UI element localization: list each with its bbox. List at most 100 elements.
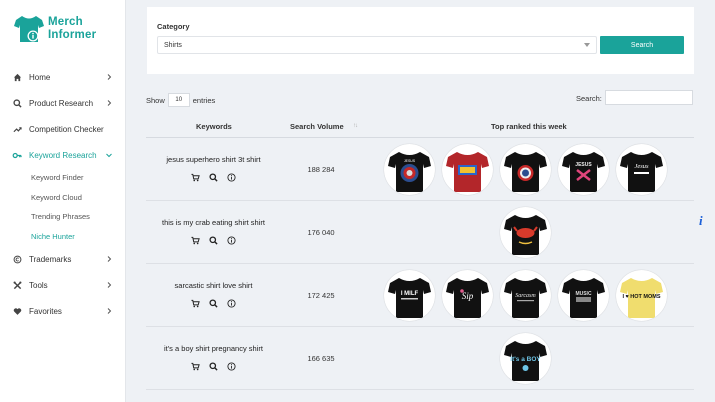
- product-thumb[interactable]: MUSIC: [557, 270, 609, 321]
- table-search-label: Search:: [576, 94, 602, 103]
- product-thumb[interactable]: Sarcasm: [499, 270, 551, 321]
- info-icon[interactable]: [226, 235, 236, 245]
- thumb-text: Sip: [461, 291, 473, 301]
- sidebar-item-favorites[interactable]: Favorites: [0, 298, 126, 324]
- top-ranked-thumbs: It's a BOY: [356, 333, 694, 385]
- chevron-right-icon: [105, 255, 113, 263]
- sidebar-item-label: Keyword Research: [29, 150, 97, 160]
- keyword-text: it's a boy shirt pregnancy shirt: [164, 344, 263, 353]
- subnav-trending-phrases[interactable]: Trending Phrases: [0, 207, 126, 227]
- top-ranked-thumbs: [356, 207, 694, 259]
- product-thumb[interactable]: Jesus: [615, 144, 667, 195]
- sidebar: Merch Informer Home Product Research Com…: [0, 0, 126, 402]
- search-volume: 166 635: [307, 354, 335, 363]
- subnav-niche-hunter[interactable]: Niche Hunter: [0, 227, 126, 247]
- sidebar-item-competition-checker[interactable]: Competition Checker: [0, 116, 126, 142]
- cart-icon[interactable]: [190, 361, 200, 371]
- product-thumb[interactable]: I MILF: [383, 270, 435, 321]
- thumb-text: JESUS: [575, 162, 592, 168]
- sidebar-item-product-research[interactable]: Product Research: [0, 90, 126, 116]
- search-volume: 188 284: [307, 165, 335, 174]
- product-thumb[interactable]: Sip: [441, 270, 493, 321]
- sidebar-item-trademarks[interactable]: Trademarks: [0, 246, 126, 272]
- search-volume: 176 040: [307, 228, 335, 237]
- keyword-text: sarcastic shirt love shirt: [174, 281, 253, 290]
- category-label: Category: [157, 22, 190, 31]
- chevron-right-icon: [105, 307, 113, 315]
- header-top-ranked: Top ranked this week: [491, 122, 567, 131]
- tshirt-logo-icon: [13, 14, 45, 44]
- info-icon[interactable]: [226, 298, 236, 308]
- search-volume: 172 425: [307, 291, 335, 300]
- search-icon[interactable]: [208, 172, 218, 182]
- search-icon[interactable]: [208, 361, 218, 371]
- header-keywords[interactable]: Keywords: [196, 122, 232, 131]
- keyword-text: jesus superhero shirt 3t shirt: [166, 155, 261, 164]
- thumb-text: JESUS: [403, 159, 415, 163]
- keyword-text: this is my crab eating shirt shirt: [162, 218, 265, 227]
- trend-icon: [12, 124, 22, 134]
- sidebar-item-label: Product Research: [29, 98, 94, 108]
- sidebar-item-label: Trademarks: [29, 254, 72, 264]
- brand-line2: Informer: [48, 29, 97, 41]
- brand-logo[interactable]: Merch Informer: [13, 14, 96, 44]
- heart-icon: [12, 306, 22, 316]
- filter-card: Category Shirts Search: [147, 7, 694, 74]
- search-icon: [12, 98, 22, 108]
- product-thumb[interactable]: JESUS: [557, 144, 609, 195]
- product-thumb[interactable]: I ♥ HOT MOMS: [615, 270, 667, 321]
- key-icon: [12, 150, 22, 160]
- sidebar-item-home[interactable]: Home: [0, 64, 126, 90]
- entries-label: entries: [192, 95, 216, 105]
- caret-down-icon: [584, 43, 590, 47]
- category-select-value: Shirts: [164, 42, 182, 49]
- search-icon[interactable]: [208, 235, 218, 245]
- header-search-volume[interactable]: Search Volume: [290, 122, 344, 131]
- cart-icon[interactable]: [190, 172, 200, 182]
- chevron-right-icon: [105, 73, 113, 81]
- entries-select[interactable]: 10: [167, 93, 190, 107]
- table-row: jesus superhero shirt 3t shirt 188 284 J…: [146, 138, 694, 201]
- thumb-text: Sarcasm: [515, 293, 536, 299]
- table-row: it's a boy shirt pregnancy shirt 166 635…: [146, 327, 694, 390]
- chevron-down-icon: [105, 151, 113, 159]
- info-icon[interactable]: i: [699, 213, 703, 229]
- table-row: sarcastic shirt love shirt 172 425 I MIL…: [146, 264, 694, 327]
- row-actions: [190, 235, 244, 245]
- product-thumb[interactable]: [499, 207, 551, 258]
- thumb-text: MUSIC: [575, 291, 592, 297]
- brand-line1: Merch: [48, 16, 83, 28]
- row-actions: [190, 361, 244, 371]
- show-label: Show: [146, 95, 165, 105]
- home-icon: [12, 72, 22, 82]
- keywords-table: Keywords Search Volume ↑↓ Top ranked thi…: [146, 114, 694, 390]
- tools-icon: [12, 280, 22, 290]
- chevron-right-icon: [105, 281, 113, 289]
- search-button[interactable]: Search: [600, 36, 684, 54]
- sidebar-item-label: Favorites: [29, 306, 62, 316]
- search-icon[interactable]: [208, 298, 218, 308]
- thumb-text: I ♥ HOT MOMS: [622, 294, 660, 300]
- table-row: this is my crab eating shirt shirt 176 0…: [146, 201, 694, 264]
- thumb-text: Jesus: [634, 163, 649, 170]
- product-thumb[interactable]: JESUS: [383, 144, 435, 195]
- cart-icon[interactable]: [190, 235, 200, 245]
- sidebar-item-tools[interactable]: Tools: [0, 272, 126, 298]
- top-ranked-thumbs: JESUS JESUS Jesus: [356, 144, 694, 196]
- sidebar-nav: Home Product Research Competition Checke…: [0, 64, 126, 324]
- category-select[interactable]: Shirts: [157, 36, 597, 54]
- row-actions: [190, 172, 244, 182]
- product-thumb[interactable]: It's a BOY: [499, 333, 551, 384]
- info-icon[interactable]: [226, 172, 236, 182]
- info-icon[interactable]: [226, 361, 236, 371]
- subnav-keyword-finder[interactable]: Keyword Finder: [0, 168, 126, 188]
- cart-icon[interactable]: [190, 298, 200, 308]
- product-thumb[interactable]: [499, 144, 551, 195]
- sort-icon[interactable]: ↑↓: [353, 123, 358, 129]
- sidebar-item-keyword-research[interactable]: Keyword Research: [0, 142, 126, 168]
- sidebar-item-label: Competition Checker: [29, 124, 104, 134]
- copyright-icon: [12, 254, 22, 264]
- product-thumb[interactable]: [441, 144, 493, 195]
- subnav-keyword-cloud[interactable]: Keyword Cloud: [0, 188, 126, 208]
- table-search-input[interactable]: [605, 90, 693, 105]
